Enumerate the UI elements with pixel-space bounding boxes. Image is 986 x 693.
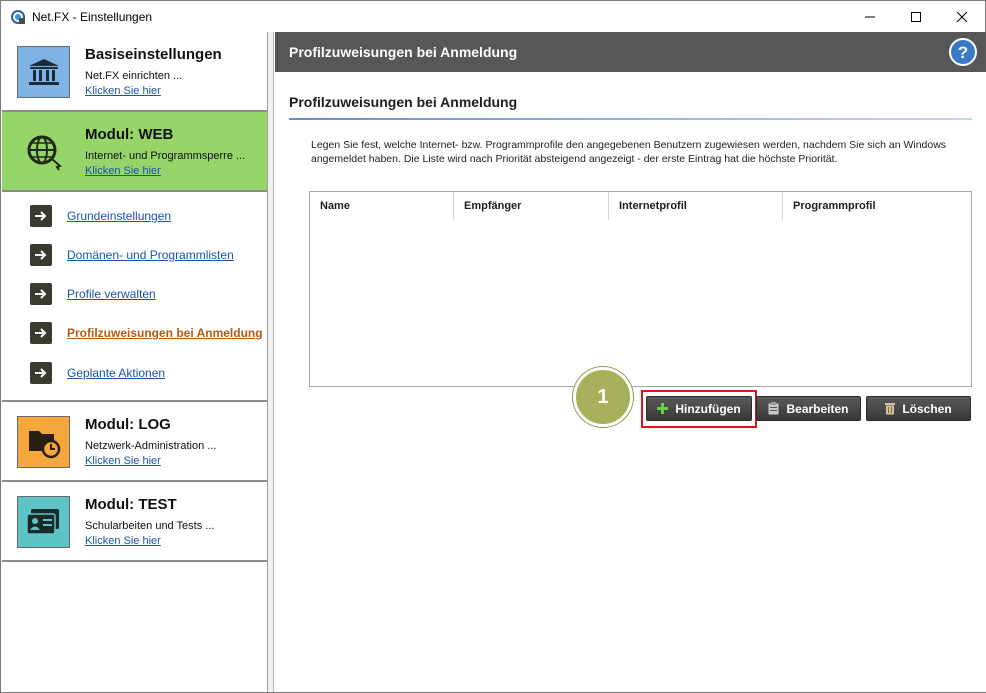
subnav-item-grundeinstellungen[interactable]: Grundeinstellungen [30, 204, 171, 228]
id-card-icon [17, 496, 70, 548]
column-header-name[interactable]: Name [310, 192, 454, 220]
module-description: Netzwerk-Administration ... [85, 440, 217, 452]
module-basiseinstellungen[interactable]: Basiseinstellungen Net.FX einrichten ...… [2, 32, 267, 112]
close-button[interactable] [939, 1, 985, 32]
subnav-item-profile-verwalten[interactable]: Profile verwalten [30, 282, 156, 306]
page-title: Profilzuweisungen bei Anmeldung [289, 44, 518, 60]
maximize-button[interactable] [893, 1, 939, 32]
trash-icon [885, 402, 896, 415]
subnav-item-label: Profile verwalten [67, 287, 156, 301]
column-header-empfaenger[interactable]: Empfänger [454, 192, 609, 220]
module-subnav: Grundeinstellungen Domänen- und Programm… [2, 192, 267, 402]
bank-icon [17, 46, 70, 98]
module-link[interactable]: Klicken Sie hier [85, 455, 161, 467]
column-header-internetprofil[interactable]: Internetprofil [609, 192, 783, 220]
subnav-item-label: Profilzuweisungen bei Anmeldung [67, 326, 263, 340]
svg-text:?: ? [958, 43, 968, 62]
window-controls [847, 1, 985, 32]
module-description: Schularbeiten und Tests ... [85, 520, 215, 532]
minimize-button[interactable] [847, 1, 893, 32]
panel-splitter[interactable] [268, 32, 274, 692]
module-test[interactable]: Modul: TEST Schularbeiten und Tests ... … [2, 482, 267, 562]
module-title: Basiseinstellungen [85, 46, 222, 63]
add-button[interactable]: Hinzufügen [646, 396, 752, 421]
main-header: Profilzuweisungen bei Anmeldung ? [275, 32, 986, 72]
arrow-right-icon [30, 283, 52, 305]
app-window: Net.FX - Einstellungen Basiseinstellunge… [0, 0, 986, 693]
section-title: Profilzuweisungen bei Anmeldung [289, 94, 518, 110]
subnav-item-domaenen[interactable]: Domänen- und Programmlisten [30, 243, 234, 267]
module-link[interactable]: Klicken Sie hier [85, 535, 161, 547]
close-icon [956, 11, 968, 22]
clipboard-icon [768, 402, 779, 415]
subnav-item-label: Domänen- und Programmlisten [67, 248, 234, 262]
edit-button[interactable]: Bearbeiten [756, 396, 861, 421]
arrow-right-icon [30, 322, 52, 344]
plus-icon [657, 403, 669, 414]
module-title: Modul: WEB [85, 126, 174, 143]
subnav-item-label: Geplante Aktionen [67, 366, 166, 380]
main-panel: Profilzuweisungen bei Anmeldung ? Profil… [275, 32, 986, 692]
title-bar: Net.FX - Einstellungen [1, 1, 985, 32]
module-description: Net.FX einrichten ... [85, 70, 183, 82]
step-callout: 1 [573, 367, 633, 427]
module-log[interactable]: Modul: LOG Netzwerk-Administration ... K… [2, 402, 267, 482]
app-icon [11, 9, 25, 24]
module-link[interactable]: Klicken Sie hier [85, 85, 161, 97]
module-title: Modul: LOG [85, 416, 171, 433]
arrow-right-icon [30, 362, 52, 384]
module-web[interactable]: Modul: WEB Internet- und Programmsperre … [2, 112, 267, 192]
subnav-item-geplante-aktionen[interactable]: Geplante Aktionen [30, 361, 165, 385]
module-description: Internet- und Programmsperre ... [85, 150, 246, 162]
maximize-icon [911, 11, 921, 22]
delete-button-label: Löschen [902, 401, 952, 416]
add-button-label: Hinzufügen [675, 401, 741, 416]
delete-button[interactable]: Löschen [866, 396, 971, 421]
window-title: Net.FX - Einstellungen [32, 9, 153, 24]
table-header: Name Empfänger Internetprofil Programmpr… [310, 192, 971, 220]
section-divider [289, 118, 972, 120]
subnav-item-label: Grundeinstellungen [67, 209, 172, 223]
arrow-right-icon [30, 205, 52, 227]
module-link[interactable]: Klicken Sie hier [85, 165, 161, 177]
column-header-programmprofil[interactable]: Programmprofil [783, 192, 971, 220]
help-icon[interactable]: ? [949, 38, 977, 66]
minimize-icon [865, 16, 875, 17]
module-title: Modul: TEST [85, 496, 177, 513]
folder-clock-icon [17, 416, 70, 468]
sidebar: Basiseinstellungen Net.FX einrichten ...… [2, 32, 268, 692]
assignment-table[interactable]: Name Empfänger Internetprofil Programmpr… [309, 191, 972, 387]
subnav-item-profilzuweisungen[interactable]: Profilzuweisungen bei Anmeldung [30, 321, 263, 345]
arrow-right-icon [30, 244, 52, 266]
section-description: Legen Sie fest, welche Internet- bzw. Pr… [311, 139, 947, 165]
edit-button-label: Bearbeiten [786, 401, 849, 416]
globe-icon [17, 126, 70, 178]
